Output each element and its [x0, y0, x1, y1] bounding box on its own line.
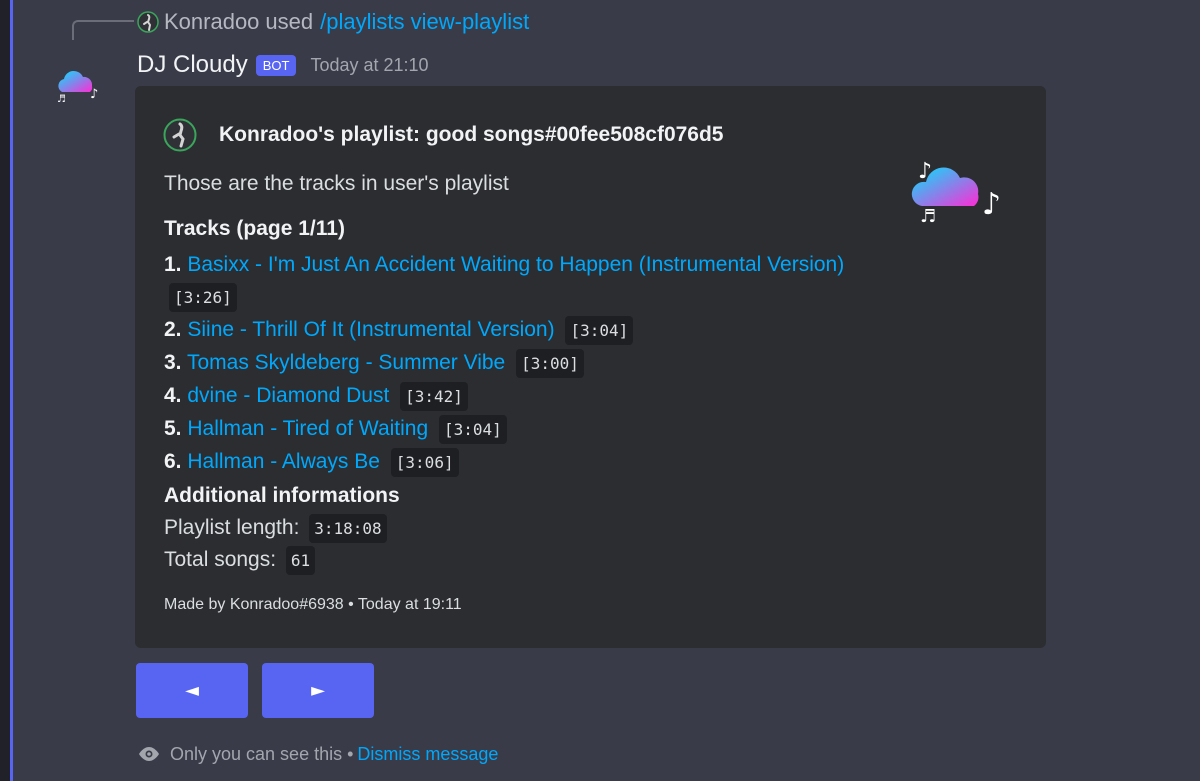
svg-text:♪: ♪ [918, 159, 932, 184]
track-link[interactable]: Hallman - Tired of Waiting [187, 417, 428, 440]
embed-footer: Made by Konradoo#6938 • Today at 19:11 [164, 596, 462, 613]
cloud-music-icon[interactable]: ♪ ♬ [54, 64, 104, 104]
reply-command[interactable]: /playlists view-playlist [320, 9, 529, 35]
total-songs-row: Total songs: 61 [164, 546, 316, 575]
track-duration: [3:00] [516, 349, 584, 378]
message-timestamp[interactable]: Today at 21:10 [310, 55, 428, 76]
eye-icon [139, 747, 159, 761]
embed-description: Those are the tracks in user's playlist [164, 172, 509, 195]
list-item: 3. Tomas Skyldeberg - Summer Vibe [3:00] [164, 347, 854, 380]
user-avatar-icon[interactable] [137, 11, 159, 33]
list-item: 1. Basixx - I'm Just An Accident Waiting… [164, 249, 854, 314]
reply-username[interactable]: Konradoo [164, 9, 259, 35]
svg-text:♪: ♪ [90, 87, 98, 102]
track-link[interactable]: Siine - Thrill Of It (Instrumental Versi… [187, 318, 554, 341]
track-duration: [3:06] [390, 448, 459, 477]
total-songs-value: 61 [285, 546, 316, 575]
ephemeral-notice: Only you can see this • Dismiss message [137, 741, 498, 767]
reply-connector [72, 20, 134, 40]
track-list: 1. Basixx - I'm Just An Accident Waiting… [164, 249, 854, 479]
track-number: 6. [164, 450, 182, 473]
user-avatar-icon [163, 118, 197, 152]
list-item: 5. Hallman - Tired of Waiting [3:04] [164, 413, 854, 446]
track-link[interactable]: Hallman - Always Be [187, 450, 380, 473]
list-item: 4. dvine - Diamond Dust [3:42] [164, 380, 854, 413]
track-number: 5. [164, 417, 182, 440]
list-item: 2. Siine - Thrill Of It (Instrumental Ve… [164, 314, 854, 347]
list-item: 6. Hallman - Always Be [3:06] [164, 446, 854, 479]
embed-author-name: Konradoo's playlist: good songs#00fee508… [219, 123, 724, 146]
dismiss-message-link[interactable]: Dismiss message [357, 744, 498, 765]
svg-text:♬: ♬ [920, 206, 936, 226]
next-page-button[interactable]: ► [262, 663, 374, 718]
command-reply[interactable]: Konradoo used /playlists view-playlist [137, 8, 529, 36]
highlight-bar [10, 0, 13, 781]
track-number: 1. [164, 253, 182, 276]
track-number: 4. [164, 384, 182, 407]
svg-text:♪: ♪ [982, 187, 1001, 222]
tracks-title: Tracks (page 1/11) [164, 217, 345, 240]
track-duration: [3:42] [400, 382, 468, 411]
track-duration: [3:04] [565, 316, 634, 345]
app-left-gutter [0, 0, 10, 781]
playlist-length-value: 3:18:08 [309, 514, 387, 543]
message-header: DJ Cloudy BOT Today at 21:10 [137, 48, 429, 82]
track-duration: [3:04] [439, 415, 507, 444]
reply-used-text: used [265, 9, 314, 34]
total-songs-label: Total songs: [164, 548, 277, 571]
track-number: 3. [164, 351, 182, 374]
playlist-embed: Konradoo's playlist: good songs#00fee508… [135, 86, 1046, 648]
additional-info-title: Additional informations [164, 484, 400, 507]
playlist-length-label: Playlist length: [164, 516, 300, 539]
track-link[interactable]: Tomas Skyldeberg - Summer Vibe [187, 351, 505, 374]
track-number: 2. [164, 318, 182, 341]
cloud-music-icon: ♪ ♪ ♬ [911, 159, 1001, 226]
embed-author: Konradoo's playlist: good songs#00fee508… [163, 118, 723, 152]
track-link[interactable]: dvine - Diamond Dust [187, 384, 389, 407]
previous-page-button[interactable]: ◄ [136, 663, 248, 718]
ephemeral-text: Only you can see this • [170, 743, 354, 764]
bot-badge: BOT [255, 54, 297, 76]
svg-text:♬: ♬ [57, 94, 66, 104]
track-link[interactable]: Basixx - I'm Just An Accident Waiting to… [187, 253, 844, 276]
track-duration: [3:26] [169, 283, 237, 312]
bot-name[interactable]: DJ Cloudy [137, 51, 248, 79]
playlist-length-row: Playlist length: 3:18:08 [164, 514, 387, 543]
